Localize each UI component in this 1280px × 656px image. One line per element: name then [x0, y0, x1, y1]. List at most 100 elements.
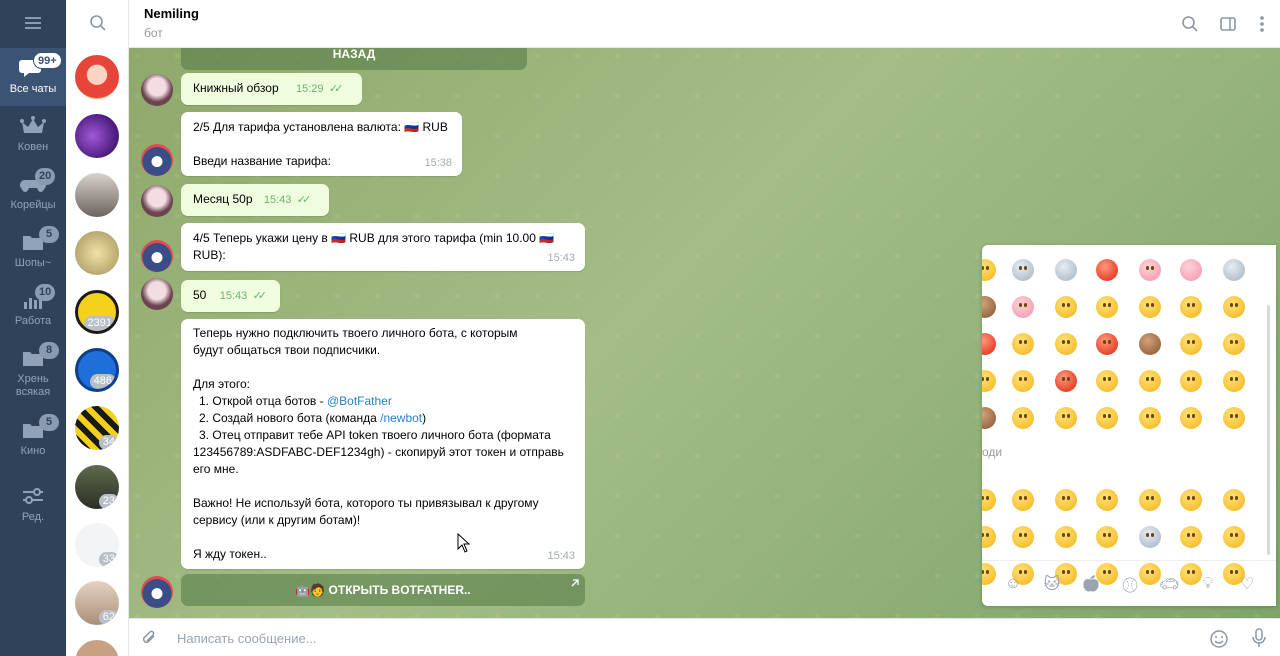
folder-shops[interactable]: 5 Шопы~ — [0, 222, 66, 280]
emoji-item[interactable] — [1055, 407, 1077, 429]
emoji-item[interactable] — [1096, 296, 1118, 318]
avatar[interactable]: 33 — [75, 523, 119, 567]
emoji-item[interactable] — [1096, 526, 1118, 548]
emoji-item[interactable] — [1012, 526, 1034, 548]
avatar[interactable]: 23 — [75, 465, 119, 509]
emoji-item[interactable] — [1180, 407, 1202, 429]
emoji-item[interactable] — [1223, 407, 1245, 429]
open-botfather-button[interactable]: 🤖🧑 ОТКРЫТЬ BOTFATHER.. — [181, 574, 585, 606]
emoji-item[interactable] — [1012, 370, 1034, 392]
folder-movies[interactable]: 5 Кино — [0, 410, 66, 468]
emoji-item[interactable] — [1055, 333, 1077, 355]
emoji-item[interactable] — [1139, 489, 1161, 511]
emoji-item[interactable] — [1012, 489, 1034, 511]
sidebar-toggle-button[interactable] — [1217, 13, 1239, 35]
avatar[interactable] — [141, 185, 173, 217]
emoji-item[interactable] — [1096, 489, 1118, 511]
avatar[interactable]: 34 — [75, 406, 119, 450]
bot-avatar[interactable] — [141, 576, 173, 608]
emoji-item[interactable] — [1180, 489, 1202, 511]
unread-count: 486 — [89, 374, 116, 389]
avatar[interactable]: 486 — [75, 348, 119, 392]
emoji-item[interactable] — [982, 407, 996, 429]
avatar[interactable]: 2391 — [75, 290, 119, 334]
avatar[interactable] — [141, 278, 173, 310]
emoji-item[interactable] — [1139, 526, 1161, 548]
emoji-item[interactable] — [1096, 259, 1118, 281]
objects-tab-icon[interactable]: 💡︎ — [1197, 573, 1219, 595]
emoji-item[interactable] — [1180, 296, 1202, 318]
emoji-item[interactable] — [1139, 259, 1161, 281]
emoji-item[interactable] — [1055, 526, 1077, 548]
chat-title[interactable]: Nemiling — [144, 6, 199, 21]
voice-button[interactable] — [1251, 628, 1267, 651]
newbot-command-link[interactable]: /newbot — [380, 411, 422, 425]
food-tab-icon[interactable]: 🍎︎ — [1080, 573, 1102, 595]
emoji-item[interactable] — [982, 333, 996, 355]
emoji-item[interactable] — [1139, 296, 1161, 318]
emoji-item[interactable] — [1055, 370, 1077, 392]
botfather-link[interactable]: @BotFather — [327, 394, 392, 408]
emoji-item[interactable] — [1012, 259, 1034, 281]
avatar[interactable] — [75, 173, 119, 217]
bot-avatar[interactable] — [141, 144, 173, 176]
emoji-item[interactable] — [1096, 333, 1118, 355]
emoji-item[interactable] — [1180, 370, 1202, 392]
message-time: 15:43 — [547, 550, 575, 562]
emoji-item[interactable] — [982, 259, 996, 281]
emoji-item[interactable] — [1139, 333, 1161, 355]
folder-edit[interactable]: Ред. — [0, 476, 66, 534]
emoji-item[interactable] — [1139, 370, 1161, 392]
avatar[interactable] — [75, 640, 119, 656]
emoji-item[interactable] — [1055, 489, 1077, 511]
emoji-button[interactable] — [1209, 629, 1229, 652]
emoji-item[interactable] — [1055, 259, 1077, 281]
symbols-tab-icon[interactable]: ♡ — [1236, 573, 1258, 595]
message-text: RUB): — [193, 248, 226, 262]
emoji-item[interactable] — [1223, 296, 1245, 318]
sport-tab-icon[interactable]: ⚾︎ — [1119, 573, 1141, 595]
emoji-item[interactable] — [1055, 296, 1077, 318]
emoji-item[interactable] — [1180, 259, 1202, 281]
travel-tab-icon[interactable]: 🚗︎ — [1158, 573, 1180, 595]
emoji-item[interactable] — [1012, 407, 1034, 429]
emoji-item[interactable] — [1012, 296, 1034, 318]
emoji-item[interactable] — [1096, 370, 1118, 392]
emoji-item[interactable] — [1223, 489, 1245, 511]
search-button[interactable] — [66, 0, 129, 46]
emoji-item[interactable] — [982, 370, 996, 392]
avatar[interactable] — [75, 55, 119, 99]
emoji-item[interactable] — [1096, 407, 1118, 429]
emoji-item[interactable] — [1223, 333, 1245, 355]
emoji-item[interactable] — [1223, 259, 1245, 281]
emoji-item[interactable] — [1180, 526, 1202, 548]
emoji-item[interactable] — [1012, 333, 1034, 355]
folder-koreans[interactable]: 20 Корейцы — [0, 164, 66, 222]
back-button[interactable]: НАЗАД — [181, 48, 527, 70]
avatar[interactable]: 62 — [75, 581, 119, 625]
folder-work[interactable]: 10 Работа — [0, 280, 66, 338]
folder-all-chats[interactable]: 99+ Все чаты — [0, 48, 66, 106]
avatar[interactable] — [75, 114, 119, 158]
attach-button[interactable] — [141, 629, 159, 650]
avatar[interactable] — [75, 231, 119, 275]
avatar[interactable] — [141, 74, 173, 106]
message-bubble: 50 15:43 ✓✓ — [181, 280, 280, 312]
menu-button[interactable] — [0, 0, 66, 46]
folder-misc[interactable]: 8 Хрень всякая — [0, 338, 66, 408]
emoji-item[interactable] — [982, 296, 996, 318]
emoji-item[interactable] — [982, 526, 996, 548]
emoji-item[interactable] — [1180, 333, 1202, 355]
smiley-tab-icon[interactable]: ☺ — [1002, 573, 1024, 595]
emoji-item[interactable] — [1223, 370, 1245, 392]
scrollbar[interactable] — [1267, 305, 1270, 555]
bot-avatar[interactable] — [141, 240, 173, 272]
folder-coven[interactable]: Ковен — [0, 106, 66, 164]
more-button[interactable] — [1251, 13, 1273, 35]
emoji-item[interactable] — [1139, 407, 1161, 429]
emoji-item[interactable] — [982, 489, 996, 511]
search-in-chat-button[interactable] — [1179, 13, 1201, 35]
emoji-item[interactable] — [1223, 526, 1245, 548]
message-input[interactable]: Написать сообщение... — [177, 631, 317, 646]
animal-tab-icon[interactable]: 🐱︎ — [1041, 573, 1063, 595]
